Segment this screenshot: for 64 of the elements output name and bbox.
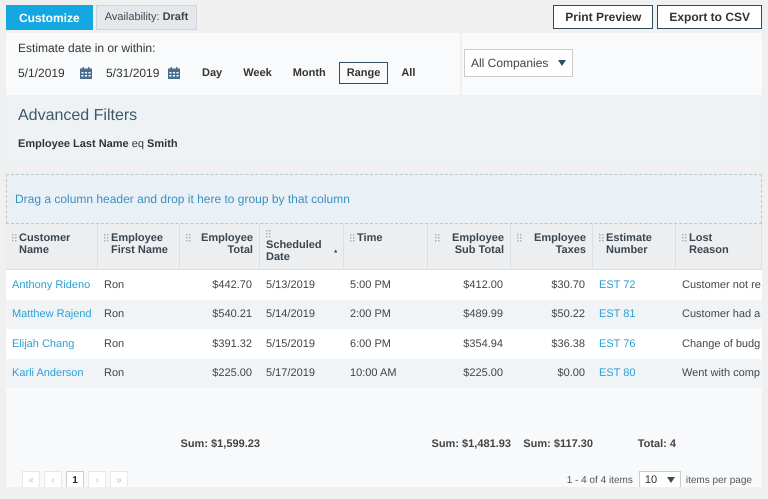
- pager-info: 1 - 4 of 4 items: [566, 474, 633, 486]
- table-cell: 5/15/2019: [260, 329, 344, 358]
- table-cell: Ron: [98, 358, 180, 388]
- table-cell: $540.21: [180, 300, 260, 329]
- caret-icon: [666, 477, 675, 483]
- period-tab[interactable]: Range: [338, 62, 388, 84]
- start-date-field[interactable]: 5/1/2019: [18, 66, 80, 80]
- drag-handle-icon[interactable]: [517, 234, 522, 242]
- period-tab[interactable]: Week: [235, 62, 280, 84]
- action-button[interactable]: Export to CSV: [657, 5, 762, 29]
- availability-badge: Availability: Draft: [96, 5, 198, 30]
- drag-handle-icon[interactable]: [350, 234, 355, 242]
- table-cell: $225.00: [180, 358, 260, 388]
- date-filter-label: Estimate date in or within:: [18, 41, 156, 55]
- table-cell: $391.32: [180, 329, 260, 358]
- table-cell: 2:00 PM: [344, 300, 428, 329]
- period-tab[interactable]: Day: [194, 62, 230, 84]
- period-tab[interactable]: Month: [284, 62, 334, 84]
- table-cell: $36.38: [511, 329, 593, 358]
- column-total: Total: 4: [638, 438, 676, 450]
- table-cell: $354.94: [428, 329, 511, 358]
- column-total: Sum: $117.30: [523, 438, 593, 450]
- table-cell: $30.70: [511, 270, 593, 300]
- table-cell: 10:00 AM: [344, 358, 428, 388]
- table-cell: 5:00 PM: [344, 270, 428, 300]
- column-total: Sum: $1,481.93: [432, 438, 511, 450]
- company-dropdown[interactable]: All Companies: [464, 49, 573, 77]
- table-cell: $50.22: [511, 300, 593, 329]
- drag-handle-icon[interactable]: [266, 230, 271, 238]
- calendar-icon[interactable]: [80, 67, 92, 79]
- calendar-icon[interactable]: [168, 67, 180, 79]
- table-cell: Went with comp: [676, 358, 762, 388]
- table-cell: $225.00: [428, 358, 511, 388]
- drag-handle-icon[interactable]: [12, 234, 17, 242]
- pager-button[interactable]: 1: [66, 471, 84, 487]
- table-cell: 5/14/2019: [260, 300, 344, 329]
- column-total: Sum: $1,599.23: [180, 438, 260, 450]
- table-cell: $412.00: [428, 270, 511, 300]
- table-cell: 6:00 PM: [344, 329, 428, 358]
- caret-icon: [558, 60, 566, 66]
- page-size-label: items per page: [686, 474, 752, 486]
- drag-handle-icon[interactable]: [599, 234, 604, 242]
- sort-ascending-icon[interactable]: [334, 248, 337, 254]
- drag-handle-icon[interactable]: [104, 234, 109, 242]
- table-cell: Customer had a: [676, 300, 762, 329]
- drag-handle-icon[interactable]: [682, 234, 687, 242]
- table-cell: Change of budg: [676, 329, 762, 358]
- section-title: Advanced Filters: [18, 107, 138, 125]
- action-button[interactable]: Print Preview: [553, 5, 654, 29]
- table-cell: Customer not re: [676, 270, 762, 300]
- table-cell: 5/13/2019: [260, 270, 344, 300]
- page-size-dropdown[interactable]: 10: [638, 471, 681, 487]
- drag-handle-icon[interactable]: [186, 234, 191, 242]
- filter-expression: Employee Last Name eq Smith: [18, 138, 179, 150]
- table-cell: $0.00: [511, 358, 593, 388]
- end-date-field[interactable]: 5/31/2019: [106, 66, 168, 80]
- table-cell: Ron: [98, 270, 180, 300]
- table-cell: $489.99: [428, 300, 511, 329]
- table-cell: 5/17/2019: [260, 358, 344, 388]
- table-cell: $442.70: [180, 270, 260, 300]
- table-cell: Ron: [98, 300, 180, 329]
- table-cell: Ron: [98, 329, 180, 358]
- period-tab[interactable]: All: [393, 62, 424, 84]
- drag-handle-icon[interactable]: [435, 234, 440, 242]
